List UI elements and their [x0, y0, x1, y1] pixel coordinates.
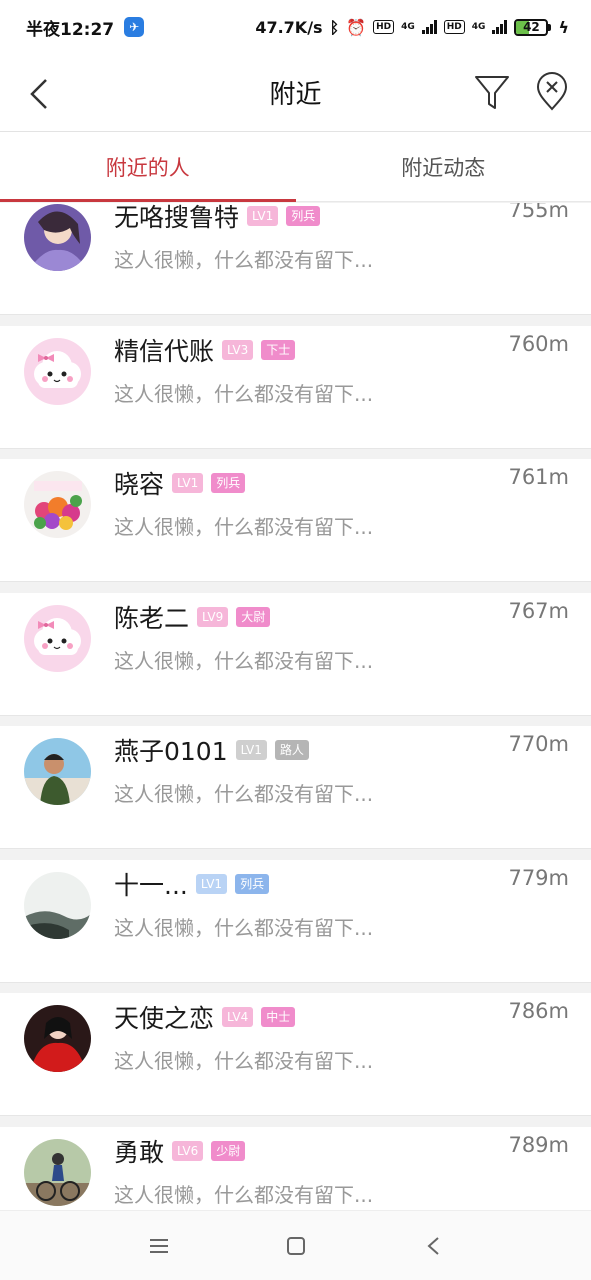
system-back-button[interactable]	[413, 1226, 453, 1266]
distance: 760m	[508, 331, 569, 356]
bluetooth-icon: ᛒ	[329, 17, 340, 37]
user-name-row: 天使之恋 LV4 中士	[114, 997, 296, 1037]
chevron-left-icon	[30, 79, 47, 109]
level-badge: LV3	[222, 339, 254, 360]
tab-nearby-moments[interactable]: 附近动态	[296, 132, 591, 201]
hd-icon-2: HD	[443, 20, 465, 34]
user-name-row: 陈老二 LV9 大尉	[114, 597, 271, 637]
user-name-row: 无咯搜鲁特 LV1 列兵	[114, 203, 321, 236]
rank-badge: 列兵	[211, 473, 246, 493]
user-list-item[interactable]: 精信代账 LV3 下士 760m 这人很懒，什么都没有留下...	[0, 325, 591, 449]
user-name: 陈老二	[114, 603, 190, 633]
distance: 761m	[508, 465, 569, 489]
user-list-item[interactable]: 勇敢 LV6 少尉 789m 这人很懒，什么都没有留下...	[0, 1126, 591, 1210]
nav-bar: 附近	[0, 54, 591, 132]
distance: 789m	[508, 1132, 569, 1157]
distance: 767m	[508, 598, 569, 623]
distance: 786m	[508, 999, 569, 1023]
network-type: 4G	[401, 22, 415, 32]
level-badge: LV1	[247, 206, 279, 226]
nearby-user-list[interactable]: 无咯搜鲁特 LV1 列兵 755m 这人很懒，什么都没有留下... 精信代账 LV3 下士 76…	[0, 203, 591, 1210]
distance: 755m	[508, 203, 569, 222]
charging-icon: ϟ	[558, 17, 569, 37]
avatar[interactable]	[24, 1138, 91, 1206]
distance: 770m	[508, 732, 569, 756]
user-list-item[interactable]: 十一... LV1 列兵 779m 这人很懒，什么都没有留下...	[0, 859, 591, 983]
user-name: 燕子0101	[114, 737, 228, 766]
user-bio: 这人很懒，什么都没有留下...	[114, 381, 374, 406]
user-bio: 这人很懒，什么都没有留下...	[114, 648, 374, 673]
tab-bar: 附近的人 附近动态	[0, 132, 591, 202]
rank-badge: 列兵	[235, 873, 270, 894]
user-bio: 这人很懒，什么都没有留下...	[114, 1182, 374, 1207]
user-name-row: 十一... LV1 列兵	[114, 864, 270, 904]
app-notification-icon: ✈	[124, 17, 145, 37]
filter-button[interactable]	[472, 72, 512, 112]
user-name: 晓容	[114, 470, 165, 499]
distance: 779m	[508, 865, 569, 890]
user-name: 天使之恋	[114, 1004, 215, 1033]
rank-badge: 路人	[274, 740, 309, 760]
avatar[interactable]	[24, 604, 91, 672]
user-bio: 这人很懒，什么都没有留下...	[114, 782, 374, 806]
clear-location-button[interactable]	[532, 72, 572, 112]
battery-level: 42	[523, 19, 540, 34]
user-name-row: 燕子0101 LV1 路人	[114, 730, 309, 770]
level-badge: LV1	[235, 740, 267, 760]
user-list-item[interactable]: 燕子0101 LV1 路人 770m 这人很懒，什么都没有留下...	[0, 726, 591, 849]
menu-icon	[149, 1238, 168, 1253]
location-clear-icon	[536, 72, 568, 111]
user-name-row: 精信代账 LV3 下士	[114, 330, 296, 370]
signal-icon-2	[492, 20, 508, 34]
user-bio: 这人很懒，什么都没有留下...	[114, 248, 374, 272]
avatar[interactable]	[24, 337, 91, 405]
back-button[interactable]	[22, 74, 58, 114]
menu-button[interactable]	[139, 1226, 179, 1266]
rank-badge: 下士	[261, 339, 296, 360]
avatar[interactable]	[24, 204, 91, 271]
user-name-row: 勇敢 LV6 少尉	[114, 1131, 246, 1171]
avatar[interactable]	[24, 738, 91, 805]
avatar[interactable]	[24, 471, 91, 538]
level-badge: LV4	[222, 1007, 254, 1027]
filter-icon	[475, 76, 509, 109]
user-bio: 这人很懒，什么都没有留下...	[114, 915, 374, 940]
user-name: 无咯搜鲁特	[114, 203, 240, 232]
alarm-icon: ⏰	[346, 17, 367, 37]
network-type-2: 4G	[471, 22, 486, 32]
level-badge: LV1	[172, 473, 204, 493]
status-bar: 半夜12:27 ✈ 47.7K/s ᛒ ⏰ HD 4G HD 4G 42 ϟ	[0, 0, 591, 54]
back-triangle-icon	[426, 1236, 439, 1255]
user-list-item[interactable]: 无咯搜鲁特 LV1 列兵 755m 这人很懒，什么都没有留下...	[0, 203, 591, 315]
user-list-item[interactable]: 天使之恋 LV4 中士 786m 这人很懒，什么都没有留下...	[0, 993, 591, 1116]
rank-badge: 大尉	[236, 606, 271, 627]
level-badge: LV9	[197, 606, 229, 627]
rank-badge: 列兵	[286, 206, 321, 226]
tab-nearby-people[interactable]: 附近的人	[0, 132, 296, 202]
hd-icon: HD	[373, 20, 395, 34]
level-badge: LV1	[195, 873, 228, 894]
rank-badge: 少尉	[211, 1140, 246, 1161]
rank-badge: 中士	[261, 1007, 296, 1027]
avatar[interactable]	[24, 871, 91, 939]
user-list-item[interactable]: 晓容 LV1 列兵 761m 这人很懒，什么都没有留下...	[0, 459, 591, 582]
signal-icon	[421, 20, 437, 34]
system-nav-bar	[0, 1210, 591, 1280]
user-bio: 这人很懒，什么都没有留下...	[114, 1049, 374, 1073]
user-name-row: 晓容 LV1 列兵	[114, 463, 246, 503]
status-time: 半夜12:27	[26, 19, 115, 40]
home-square-icon	[286, 1236, 305, 1255]
user-bio: 这人很懒，什么都没有留下...	[114, 515, 374, 539]
user-list-item[interactable]: 陈老二 LV9 大尉 767m 这人很懒，什么都没有留下...	[0, 592, 591, 716]
user-name: 勇敢	[114, 1137, 165, 1167]
network-speed: 47.7K/s	[255, 17, 323, 37]
level-badge: LV6	[172, 1140, 204, 1161]
home-button[interactable]	[276, 1226, 316, 1266]
avatar[interactable]	[24, 1005, 91, 1072]
user-name: 精信代账	[114, 336, 215, 366]
battery-icon: 42	[514, 18, 552, 36]
user-name: 十一...	[114, 870, 188, 900]
